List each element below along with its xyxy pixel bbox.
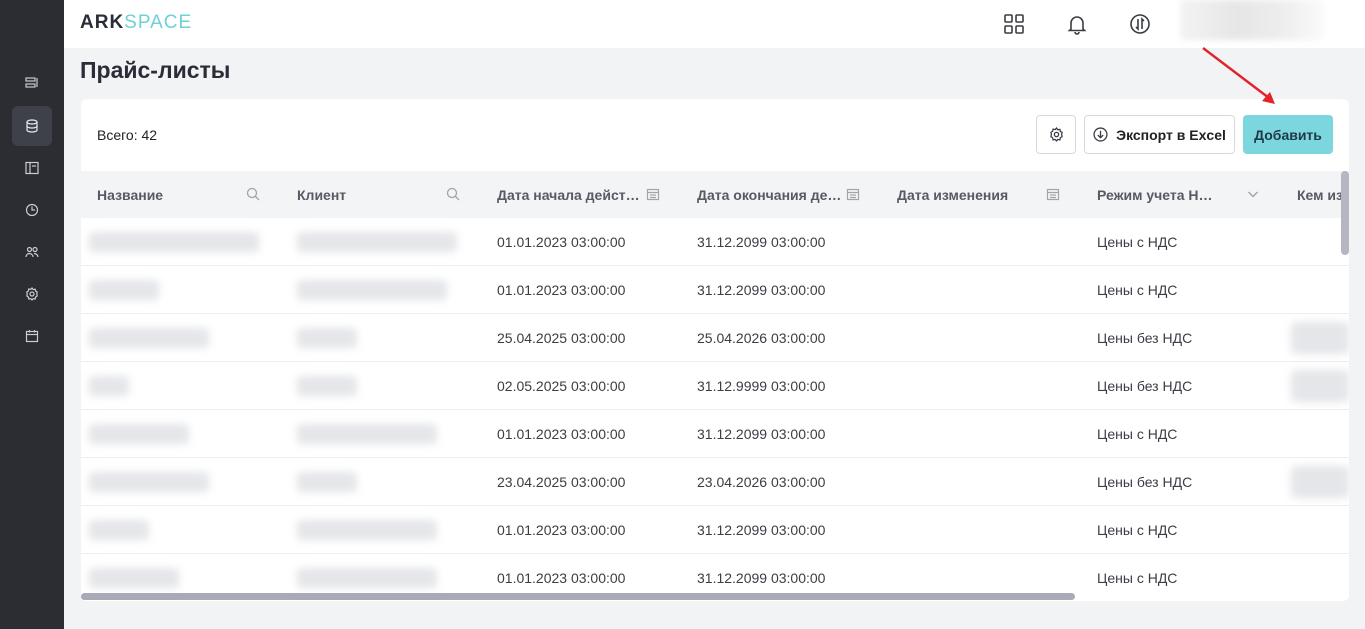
client-cell-redacted bbox=[297, 232, 457, 252]
name-cell-redacted bbox=[89, 232, 259, 252]
vat-mode-cell: Цены без НДС bbox=[1097, 473, 1193, 490]
table-row[interactable]: 01.01.2023 03:00:00 31.12.2099 03:00:00 Це… bbox=[81, 410, 1349, 458]
sidebar-item-calendar[interactable] bbox=[12, 316, 52, 356]
name-cell-redacted bbox=[89, 280, 159, 300]
calendar-icon[interactable] bbox=[846, 187, 860, 201]
client-cell-redacted bbox=[297, 472, 357, 492]
search-icon[interactable] bbox=[446, 187, 460, 201]
name-cell-redacted bbox=[89, 568, 179, 588]
client-cell-redacted bbox=[297, 328, 357, 348]
switch-account-button[interactable] bbox=[1128, 12, 1152, 36]
list-icon bbox=[25, 77, 38, 88]
start-date-cell: 01.01.2023 03:00:00 bbox=[497, 425, 626, 442]
vertical-scrollbar[interactable] bbox=[1341, 171, 1349, 255]
user-menu[interactable] bbox=[1180, 0, 1324, 40]
column-vat-mode[interactable]: Режим учета Н… bbox=[1097, 171, 1243, 218]
end-date-cell: 25.04.2026 03:00:00 bbox=[697, 329, 826, 346]
grid-apps-icon bbox=[1004, 14, 1024, 34]
name-cell-redacted bbox=[89, 424, 189, 444]
name-cell-redacted bbox=[89, 520, 149, 540]
clock-icon bbox=[25, 203, 39, 217]
sidebar-item-layout[interactable] bbox=[12, 148, 52, 188]
client-cell-redacted bbox=[297, 520, 437, 540]
end-date-cell: 31.12.9999 03:00:00 bbox=[697, 377, 826, 394]
name-cell-redacted bbox=[89, 376, 129, 396]
exchange-icon bbox=[1130, 14, 1150, 34]
end-date-cell: 23.04.2026 03:00:00 bbox=[697, 473, 826, 490]
vat-mode-cell: Цены с НДС bbox=[1097, 425, 1178, 442]
client-cell-redacted bbox=[297, 376, 357, 396]
sidebar-item-settings[interactable] bbox=[12, 274, 52, 314]
sidebar-item-database[interactable] bbox=[12, 106, 52, 146]
table-settings-button[interactable] bbox=[1036, 115, 1076, 154]
vat-mode-cell: Цены с НДС bbox=[1097, 281, 1178, 298]
table-row[interactable]: 01.01.2023 03:00:00 31.12.2099 03:00:00 Це… bbox=[81, 218, 1349, 266]
price-lists-card: Всего: 42 Экспорт в Excel Добавить Назва… bbox=[81, 99, 1349, 601]
name-cell-redacted bbox=[89, 328, 209, 348]
client-cell-redacted bbox=[297, 424, 437, 444]
end-date-cell: 31.12.2099 03:00:00 bbox=[697, 521, 826, 538]
column-start-date[interactable]: Дата начала действ… bbox=[497, 171, 643, 218]
export-excel-button[interactable]: Экспорт в Excel bbox=[1084, 115, 1235, 154]
sidebar-item-history[interactable] bbox=[12, 190, 52, 230]
gear-icon bbox=[26, 287, 38, 301]
client-cell-redacted bbox=[297, 280, 447, 300]
table-row[interactable]: 25.04.2025 03:00:00 25.04.2026 03:00:00 Це… bbox=[81, 314, 1349, 362]
users-icon bbox=[25, 246, 39, 258]
page-title: Прайс-листы bbox=[80, 57, 231, 83]
vat-mode-cell: Цены без НДС bbox=[1097, 329, 1193, 346]
modified-by-cell-redacted bbox=[1291, 322, 1349, 354]
vat-mode-cell: Цены с НДС bbox=[1097, 521, 1178, 538]
vat-mode-cell: Цены с НДС bbox=[1097, 569, 1178, 586]
total-count: Всего: 42 bbox=[97, 127, 158, 143]
database-icon bbox=[26, 119, 38, 133]
bell-icon bbox=[1067, 16, 1087, 35]
top-bar: ARKSPACE bbox=[64, 0, 1365, 48]
column-modified-date[interactable]: Дата изменения bbox=[897, 171, 1043, 218]
end-date-cell: 31.12.2099 03:00:00 bbox=[697, 281, 826, 298]
calendar-icon bbox=[25, 330, 39, 343]
start-date-cell: 02.05.2025 03:00:00 bbox=[497, 377, 626, 394]
table-row[interactable]: 01.01.2023 03:00:00 31.12.2099 03:00:00 Це… bbox=[81, 266, 1349, 314]
sidebar-item-users[interactable] bbox=[12, 232, 52, 272]
start-date-cell: 25.04.2025 03:00:00 bbox=[497, 329, 626, 346]
logo[interactable]: ARKSPACE bbox=[80, 12, 192, 34]
calendar-icon[interactable] bbox=[646, 187, 660, 201]
gear-icon bbox=[1049, 127, 1063, 142]
vat-mode-cell: Цены без НДС bbox=[1097, 377, 1193, 394]
calendar-icon[interactable] bbox=[1046, 187, 1060, 201]
modified-by-cell-redacted bbox=[1291, 370, 1349, 402]
modified-by-cell-redacted bbox=[1291, 466, 1349, 498]
table-row[interactable]: 01.01.2023 03:00:00 31.12.2099 03:00:00 Це… bbox=[81, 506, 1349, 554]
layout-icon bbox=[25, 161, 39, 175]
sidebar-item-list[interactable] bbox=[12, 63, 52, 103]
table-row[interactable]: 02.05.2025 03:00:00 31.12.9999 03:00:00 Це… bbox=[81, 362, 1349, 410]
notifications-button[interactable] bbox=[1065, 12, 1089, 36]
name-cell-redacted bbox=[89, 472, 209, 492]
end-date-cell: 31.12.2099 03:00:00 bbox=[697, 233, 826, 250]
search-icon[interactable] bbox=[246, 187, 260, 201]
apps-button[interactable] bbox=[1002, 12, 1026, 36]
start-date-cell: 01.01.2023 03:00:00 bbox=[497, 281, 626, 298]
add-button[interactable]: Добавить bbox=[1243, 115, 1333, 154]
chevron-down-icon[interactable] bbox=[1246, 187, 1260, 201]
table-row[interactable]: 23.04.2025 03:00:00 23.04.2026 03:00:00 Це… bbox=[81, 458, 1349, 506]
horizontal-scrollbar[interactable] bbox=[81, 593, 1075, 600]
client-cell-redacted bbox=[297, 568, 437, 588]
download-icon bbox=[1093, 127, 1108, 142]
start-date-cell: 01.01.2023 03:00:00 bbox=[497, 521, 626, 538]
table-header: Название Клиент Дата начала действ… Дата… bbox=[81, 171, 1349, 218]
start-date-cell: 23.04.2025 03:00:00 bbox=[497, 473, 626, 490]
end-date-cell: 31.12.2099 03:00:00 bbox=[697, 425, 826, 442]
sidebar bbox=[0, 0, 64, 629]
start-date-cell: 01.01.2023 03:00:00 bbox=[497, 233, 626, 250]
vat-mode-cell: Цены с НДС bbox=[1097, 233, 1178, 250]
column-end-date[interactable]: Дата окончания дей… bbox=[697, 171, 843, 218]
